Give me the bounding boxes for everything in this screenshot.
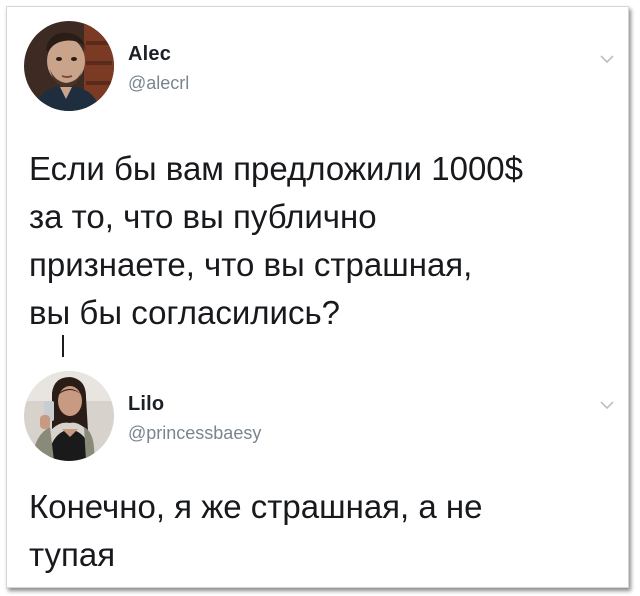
tweet-text: Конечно, я же страшная, а не тупая	[29, 483, 482, 579]
display-name[interactable]: Alec	[128, 43, 171, 66]
chevron-down-icon[interactable]	[599, 53, 615, 65]
display-name[interactable]: Lilo	[128, 393, 164, 416]
user-handle[interactable]: @princessbaesy	[128, 423, 261, 444]
man-portrait-avatar-icon	[24, 21, 114, 111]
tweet-text-line: Если бы вам предложили 1000$	[29, 150, 524, 187]
user-handle[interactable]: @alecrl	[128, 73, 189, 94]
tweet-text: Если бы вам предложили 1000$ за то, что …	[29, 145, 523, 337]
woman-selfie-avatar-icon	[24, 371, 114, 461]
thread-connector-line	[62, 335, 64, 357]
avatar[interactable]	[24, 21, 114, 111]
chevron-down-icon[interactable]	[599, 399, 615, 411]
tweet-text-line: признаете, что вы страшная,	[29, 246, 473, 283]
tweet-text-line: Конечно, я же страшная, а не	[29, 488, 483, 525]
avatar[interactable]	[24, 371, 114, 461]
tweet-alec[interactable]: Alec @alecrl Если бы вам предложили 1000…	[7, 7, 628, 357]
tweet-lilo[interactable]: Lilo @princessbaesy Конечно, я же страшн…	[7, 367, 628, 587]
tweet-text-line: вы бы согласились?	[29, 294, 341, 331]
tweet-thread-card: Alec @alecrl Если бы вам предложили 1000…	[6, 6, 629, 588]
tweet-text-line: тупая	[29, 536, 116, 573]
tweet-text-line: за то, что вы публично	[29, 198, 377, 235]
